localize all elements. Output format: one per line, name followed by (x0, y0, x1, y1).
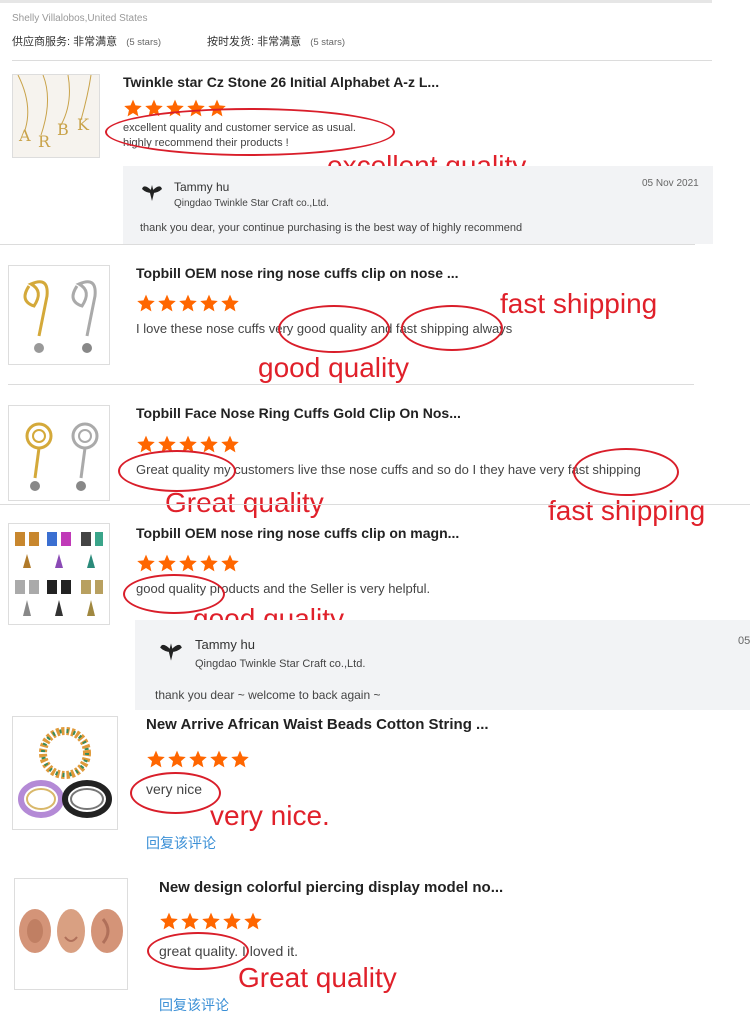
seller-logo-icon (160, 643, 182, 661)
star-icon (200, 554, 218, 572)
star-icon (137, 294, 155, 312)
top-divider (0, 0, 712, 3)
star-icon (221, 294, 239, 312)
seller-logo-icon (142, 185, 162, 201)
star-icon (221, 554, 239, 572)
product-title[interactable]: Topbill Face Nose Ring Cuffs Gold Clip O… (136, 405, 461, 421)
necklace-image: A R B K (13, 75, 99, 157)
shipping-value: 非常满意 (257, 36, 302, 48)
star-rating (146, 749, 250, 769)
product-thumbnail[interactable] (8, 523, 110, 625)
star-rating (159, 911, 263, 931)
svg-text:B: B (57, 120, 69, 139)
star-icon (189, 750, 207, 768)
product-thumbnail[interactable] (12, 716, 118, 830)
shipping-stars: (5 stars) (310, 37, 346, 48)
highlight-circle (118, 450, 236, 492)
star-icon (124, 99, 142, 117)
annotation-label: Great quality (238, 962, 397, 993)
product-title[interactable]: New Arrive African Waist Beads Cotton St… (146, 716, 489, 733)
star-icon (160, 912, 178, 930)
seller-company: Qingdao Twinkle Star Craft co.,Ltd. (195, 658, 366, 670)
star-icon (158, 294, 176, 312)
supplier-service-value: 非常满意 (73, 36, 118, 48)
highlight-circle (278, 305, 390, 353)
seller-name: Tammy hu (195, 637, 255, 652)
star-icon (181, 912, 199, 930)
product-title[interactable]: Topbill OEM nose ring nose cuffs clip on… (136, 525, 459, 541)
product-thumbnail[interactable] (14, 878, 128, 990)
reply-to-review-link[interactable]: 回复该评论 (146, 833, 216, 853)
product-thumbnail[interactable] (8, 265, 110, 365)
reply-to-review-link[interactable]: 回复该评论 (159, 995, 229, 1015)
star-icon (147, 750, 165, 768)
star-icon (202, 912, 220, 930)
svg-text:R: R (38, 132, 51, 151)
shipping-label: 按时发货: (207, 36, 255, 48)
supplier-service-rating: 供应商服务: 非常满意 (5 stars) (12, 33, 161, 49)
reply-date: 05 Nov 2021 (642, 178, 699, 189)
star-icon (179, 294, 197, 312)
star-icon (223, 912, 241, 930)
product-title[interactable]: New design colorful piercing display mod… (159, 879, 503, 896)
seller-company: Qingdao Twinkle Star Craft co.,Ltd. (174, 198, 329, 209)
section-divider (12, 60, 712, 61)
section-divider (0, 504, 750, 505)
svg-text:K: K (77, 115, 90, 134)
waist-beads-image (13, 717, 117, 829)
svg-text:A: A (18, 126, 31, 145)
product-thumbnail[interactable] (8, 405, 110, 501)
supplier-service-label: 供应商服务: (12, 36, 71, 48)
star-rating (136, 293, 240, 313)
star-icon (244, 912, 262, 930)
highlight-circle (573, 448, 679, 496)
supplier-service-stars: (5 stars) (126, 37, 162, 48)
star-icon (200, 294, 218, 312)
highlight-circle (147, 932, 249, 970)
star-icon (210, 750, 228, 768)
reviewer-name: Shelly Villalobos,United States (12, 13, 148, 24)
highlight-circle (130, 772, 221, 814)
annotation-label: Great quality (165, 487, 324, 518)
product-title[interactable]: Twinkle star Cz Stone 26 Initial Alphabe… (123, 74, 439, 90)
product-title[interactable]: Topbill OEM nose ring nose cuffs clip on… (136, 265, 459, 281)
reply-date: 05 (738, 635, 750, 647)
product-thumbnail[interactable]: A R B K (12, 74, 100, 158)
section-divider (0, 244, 695, 245)
star-icon (231, 750, 249, 768)
nose-cuff-image (9, 406, 109, 500)
star-icon (179, 554, 197, 572)
piercing-display-model-image (15, 879, 127, 989)
reply-text: thank you dear, your continue purchasing… (140, 222, 523, 234)
section-divider (8, 384, 694, 385)
highlight-circle (105, 108, 395, 156)
star-rating (136, 553, 240, 573)
reply-text: thank you dear ~ welcome to back again ~ (155, 688, 381, 702)
highlight-circle (401, 305, 503, 351)
seller-name: Tammy hu (174, 180, 230, 194)
annotation-label: very nice. (210, 800, 330, 831)
nose-cuff-image (9, 266, 109, 364)
magnetic-nose-ring-image (9, 524, 109, 624)
shipping-rating: 按时发货: 非常满意 (5 stars) (207, 33, 345, 49)
annotation-label: fast shipping (548, 495, 706, 526)
star-icon (221, 435, 239, 453)
annotation-label: fast shipping (500, 288, 658, 319)
annotation-label: good quality (258, 352, 410, 383)
star-icon (158, 554, 176, 572)
star-icon (137, 554, 155, 572)
star-icon (168, 750, 186, 768)
